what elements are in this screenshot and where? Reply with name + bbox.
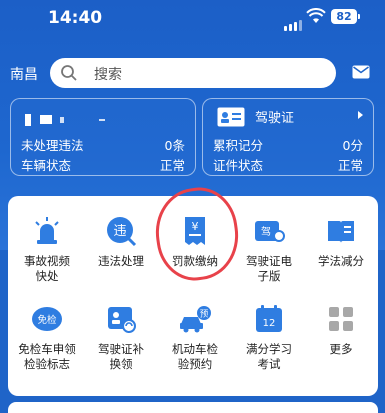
service-full-score-exam[interactable]: 12 满分学习 考试 (234, 302, 304, 372)
next-section-edge (8, 402, 378, 413)
exempt-inspection-icon: 免检 (30, 302, 64, 336)
license-replace-icon (104, 302, 138, 336)
vehicle-status-row: 车辆状态 正常 (21, 155, 185, 174)
service-label: 满分学习 考试 (246, 342, 292, 371)
search-placeholder: 搜索 (94, 67, 122, 83)
license-row-value: 正常 (337, 158, 363, 173)
vehicle-row-value: 0条 (164, 138, 185, 153)
book-icon (324, 214, 358, 248)
license-row-label: 证件状态 (213, 158, 264, 173)
svg-text:违: 违 (113, 224, 126, 239)
license-card[interactable]: 驾驶证 累积记分 0分 证件状态 正常 (202, 98, 374, 176)
id-card-icon (217, 107, 245, 127)
service-label: 机动车检 验预约 (172, 342, 218, 371)
license-row-label: 累积记分 (213, 138, 264, 153)
service-label: 事故视频 快处 (24, 254, 70, 283)
svg-text:免检: 免检 (37, 314, 57, 326)
service-car-inspection[interactable]: 预 机动车检 验预约 (160, 302, 230, 372)
service-label: 驾驶证补 换领 (98, 342, 144, 371)
service-label: 免检车申领 检验标志 (18, 342, 76, 371)
siren-icon (30, 214, 64, 248)
car-inspection-icon: 预 (178, 302, 212, 336)
chevron-right-icon (358, 111, 363, 119)
service-violation[interactable]: 违 违法处理 (86, 214, 156, 269)
mail-icon[interactable] (352, 65, 370, 79)
vehicle-card[interactable]: 未处理违法 0条 车辆状态 正常 (10, 98, 196, 176)
svg-text:12: 12 (263, 318, 276, 329)
status-time: 14:40 (48, 8, 103, 28)
vehicle-violation-row: 未处理违法 0条 (21, 135, 185, 154)
service-exempt-inspection[interactable]: 免检 免检车申领 检验标志 (12, 302, 82, 372)
vehicle-row-label: 未处理违法 (21, 138, 84, 153)
license-status-row: 证件状态 正常 (213, 155, 363, 174)
service-accident-video[interactable]: 事故视频 快处 (12, 214, 82, 284)
svg-text:驾: 驾 (261, 226, 271, 238)
search-icon (61, 65, 77, 81)
service-label: 驾驶证电 子版 (246, 254, 292, 283)
license-points-row: 累积记分 0分 (213, 135, 363, 154)
license-row-value: 0分 (342, 138, 363, 153)
status-bar: 14:40 82 (0, 0, 385, 46)
license-wallet-icon: 驾 (252, 214, 286, 248)
city-selector[interactable]: 南昌 (10, 64, 38, 84)
signal-icon (284, 12, 304, 31)
service-label: 违法处理 (98, 254, 144, 268)
top-bar: 南昌 搜索 (0, 56, 385, 90)
vehicle-row-label: 车辆状态 (21, 158, 72, 173)
service-license-replace[interactable]: 驾驶证补 换领 (86, 302, 156, 372)
service-study-deduct[interactable]: 学法减分 (306, 214, 376, 269)
service-label: 学法减分 (318, 254, 364, 268)
calendar-exam-icon: 12 (252, 302, 286, 336)
service-label: 更多 (329, 342, 353, 356)
violation-icon: 违 (104, 214, 138, 248)
svg-text:预: 预 (200, 309, 209, 320)
search-input[interactable]: 搜索 (50, 58, 336, 88)
service-more[interactable]: 更多 (306, 302, 376, 357)
license-plate-masked (25, 109, 106, 128)
vehicle-row-value: 正常 (159, 158, 185, 173)
license-card-title: 驾驶证 (255, 111, 295, 126)
more-grid-icon (324, 302, 358, 336)
battery-icon: 82 (331, 9, 360, 24)
wifi-icon (306, 8, 326, 28)
service-e-license[interactable]: 驾 驾驶证电 子版 (234, 214, 304, 284)
